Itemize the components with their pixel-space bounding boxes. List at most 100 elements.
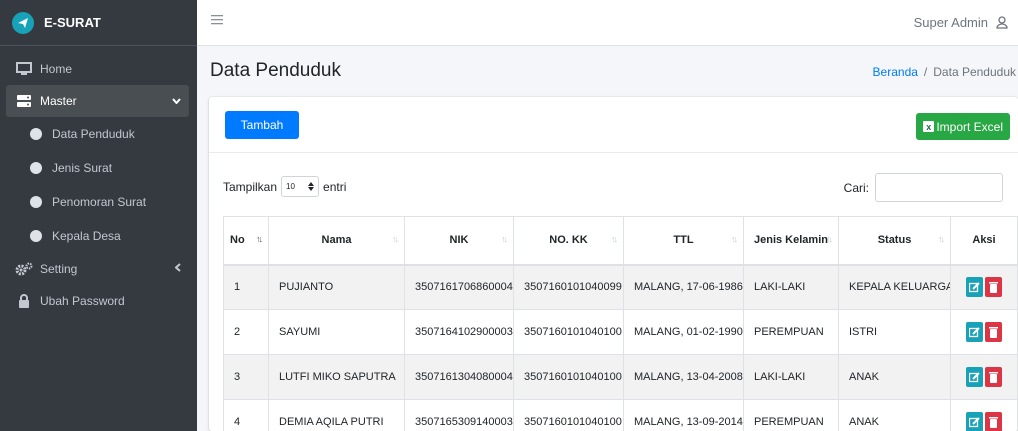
column-header-status[interactable]: Status ↑↓ [838, 216, 951, 266]
sidebar-nav: Home Master Data Penduduk Jenis Surat Pe… [0, 46, 197, 317]
edit-icon [969, 416, 980, 427]
sidebar-item-label: Setting [40, 262, 78, 276]
delete-button[interactable] [985, 367, 1002, 387]
user-name: Super Admin [913, 15, 988, 30]
delete-button[interactable] [985, 412, 1002, 431]
circle-icon [30, 128, 42, 140]
sidebar-item-ubah-password[interactable]: Ubah Password [0, 285, 197, 317]
cell-jenis-kelamin: PEREMPUAN [743, 309, 839, 355]
cell-status: ANAK [838, 399, 951, 431]
delete-button[interactable] [985, 322, 1002, 342]
sidebar-item-master[interactable]: Master [6, 85, 189, 117]
table-controls: Tampilkan 10 entri Cari: [209, 153, 1018, 215]
page-title: Data Penduduk [210, 60, 341, 81]
entries-select[interactable]: 10 [281, 176, 320, 197]
brand[interactable]: E-SURAT [0, 0, 197, 46]
search-label: Cari: [843, 180, 869, 195]
sidebar-item-data-penduduk[interactable]: Data Penduduk [0, 117, 197, 151]
circle-icon [30, 162, 42, 174]
cell-jenis-kelamin: LAKI-LAKI [743, 264, 839, 310]
cell-status: ISTRI [838, 309, 951, 355]
edit-icon [969, 282, 980, 292]
lock-icon [14, 294, 34, 308]
column-header-nama[interactable]: Nama ↑↓ [268, 216, 405, 266]
cell-jenis-kelamin: PEREMPUAN [743, 399, 839, 431]
entries-select-value: 10 [286, 182, 295, 191]
cell-no: 2 [223, 309, 269, 355]
sidebar-item-label: Master [40, 94, 77, 108]
table-row: 1 PUJIANTO 3507161706860004 350716010104… [223, 264, 1018, 310]
sidebar: E-SURAT Home Master Data Penduduk Jenis … [0, 0, 197, 431]
cell-no: 3 [223, 354, 269, 400]
table-row: 2 SAYUMI 3507164102900003 35071601010401… [223, 309, 1018, 355]
sidebar-item-label: Data Penduduk [52, 127, 135, 141]
trash-icon [989, 372, 998, 383]
sidebar-item-label: Home [40, 62, 73, 76]
delete-button[interactable] [985, 277, 1002, 298]
user-icon [996, 16, 1008, 29]
column-header-no[interactable]: No ↑↓ [223, 216, 269, 266]
sidebar-item-label: Ubah Password [40, 294, 125, 308]
cell-status: ANAK [838, 354, 951, 400]
breadcrumb: Beranda / Data Penduduk [873, 65, 1016, 79]
chevron-left-icon [174, 263, 181, 275]
search-box: Cari: [844, 173, 1003, 202]
cell-ttl: MALANG, 01-02-1990 [623, 309, 744, 355]
sidebar-item-setting[interactable]: Setting [0, 253, 197, 285]
cell-nik: 3507164102900003 [404, 309, 514, 355]
edit-button[interactable] [966, 367, 983, 387]
monitor-icon [14, 62, 34, 76]
cell-aksi [950, 309, 1018, 355]
cell-nama: LUTFI MIKO SAPUTRA [268, 354, 405, 400]
cogs-icon [14, 262, 34, 276]
excel-icon: x [923, 121, 935, 132]
column-header-aksi: Aksi [950, 216, 1018, 266]
import-excel-label: Import Excel [936, 119, 1003, 134]
cell-nik: 3507161304080004 [404, 354, 514, 400]
cell-no: 4 [223, 399, 269, 431]
search-input[interactable] [875, 173, 1003, 202]
data-table: No ↑↓ Nama ↑↓ NIK ↑↓ NO. KK ↑↓ TTL ↑↓ Jenis K… [223, 216, 1018, 431]
breadcrumb-separator: / [923, 65, 928, 79]
cell-ttl: MALANG, 17-06-1986 [623, 264, 744, 310]
chevron-down-icon [172, 96, 181, 107]
circle-icon [30, 230, 42, 242]
column-header-ttl[interactable]: TTL ↑↓ [623, 216, 744, 266]
trash-icon [989, 282, 998, 294]
sidebar-item-label: Kepala Desa [52, 229, 121, 243]
add-button[interactable]: Tambah [225, 111, 299, 139]
circle-icon [30, 196, 42, 208]
card-header: Tambah x Import Excel [209, 97, 1018, 153]
cell-nik: 3507161706860004 [404, 264, 514, 310]
column-header-no-kk[interactable]: NO. KK ↑↓ [513, 216, 624, 266]
cell-nama: PUJIANTO [268, 264, 405, 310]
cell-ttl: MALANG, 13-09-2014 [623, 399, 744, 431]
import-excel-button[interactable]: x Import Excel [916, 113, 1010, 140]
cell-no-kk: 3507160101040100 [513, 399, 624, 431]
cell-nik: 3507165309140003 [404, 399, 514, 431]
user-menu[interactable]: Super Admin [914, 15, 1008, 30]
sidebar-item-jenis-surat[interactable]: Jenis Surat [0, 151, 197, 185]
column-header-nik[interactable]: NIK ↑↓ [404, 216, 514, 266]
menu-icon[interactable] [211, 12, 223, 30]
cell-nama: SAYUMI [268, 309, 405, 355]
sidebar-item-home[interactable]: Home [0, 53, 197, 85]
edit-icon [969, 371, 980, 382]
cell-no-kk: 3507160101040100 [513, 354, 624, 400]
sidebar-item-label: Jenis Surat [52, 161, 113, 175]
cell-nama: DEMIA AQILA PUTRI [268, 399, 405, 431]
column-header-jenis-kelamin[interactable]: Jenis Kelamin ↑↓ [743, 216, 839, 266]
cell-aksi [950, 354, 1018, 400]
sidebar-item-kepala-desa[interactable]: Kepala Desa [0, 219, 197, 253]
show-entries: Tampilkan 10 entri [223, 176, 346, 197]
data-card: Tambah x Import Excel Tampilkan 10 entri… [209, 97, 1018, 431]
server-icon [14, 94, 34, 108]
breadcrumb-home-link[interactable]: Beranda [873, 65, 918, 79]
cell-status: KEPALA KELUARGA [838, 264, 951, 310]
edit-button[interactable] [966, 412, 983, 431]
sidebar-item-penomoran-surat[interactable]: Penomoran Surat [0, 185, 197, 219]
cell-ttl: MALANG, 13-04-2008 [623, 354, 744, 400]
edit-button[interactable] [966, 322, 983, 342]
cell-no-kk: 3507160101040100 [513, 309, 624, 355]
edit-button[interactable] [966, 277, 983, 298]
